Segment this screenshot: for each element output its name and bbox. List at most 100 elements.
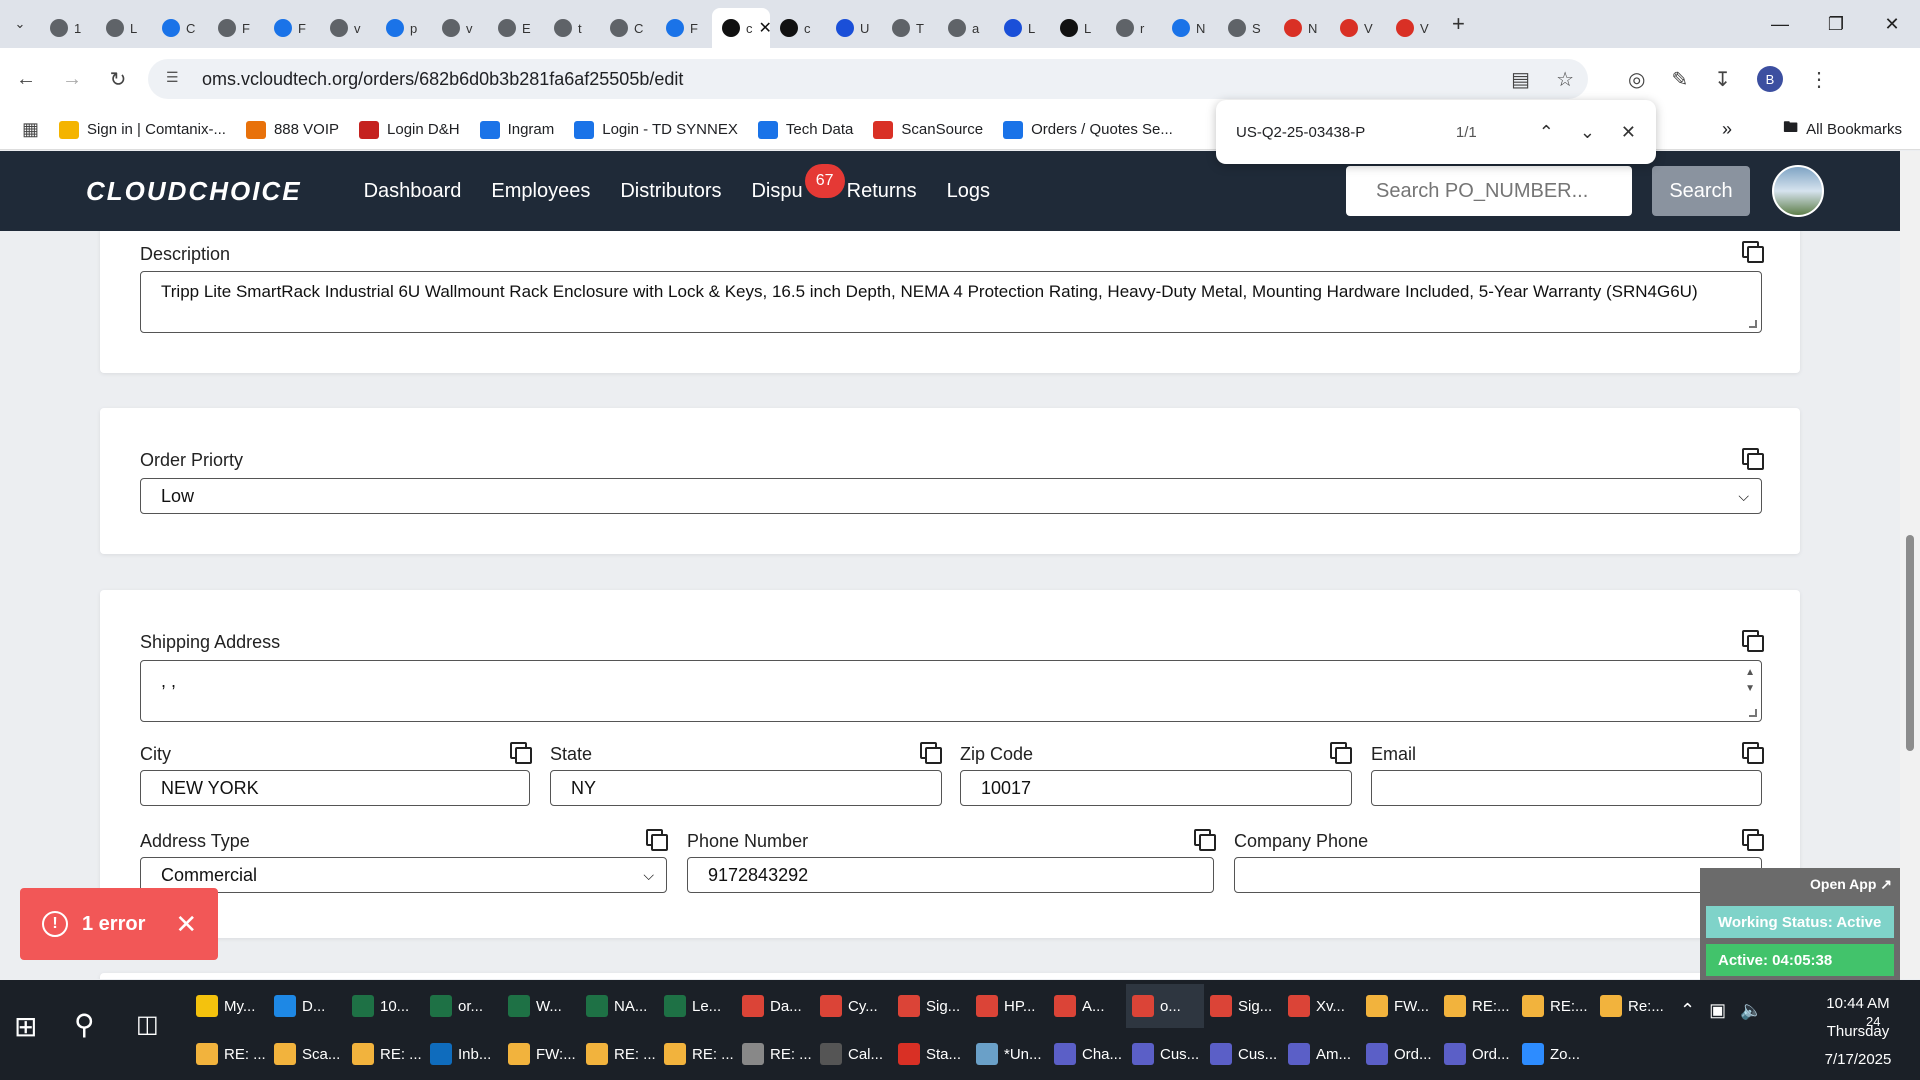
copy-phone-icon[interactable] xyxy=(1194,829,1216,851)
copy-priority-icon[interactable] xyxy=(1742,448,1764,470)
browser-tab[interactable]: v xyxy=(320,8,376,48)
description-textarea[interactable]: Tripp Lite SmartRack Industrial 6U Wallm… xyxy=(140,271,1762,333)
browser-tab[interactable]: N xyxy=(1274,8,1330,48)
taskbar-item[interactable]: Ord... xyxy=(1360,1032,1438,1076)
find-previous-icon[interactable]: ⌃ xyxy=(1539,122,1554,143)
browser-tab[interactable]: L xyxy=(96,8,152,48)
cloudchoice-logo[interactable]: CLOUDCHOICE xyxy=(86,176,302,207)
taskbar-item[interactable]: NA... xyxy=(580,984,658,1028)
close-window-icon[interactable]: ✕ xyxy=(1864,0,1920,48)
find-in-page-icon[interactable]: ▤ xyxy=(1511,67,1530,92)
bookmark-item[interactable]: Login - TD SYNNEX xyxy=(574,120,738,139)
copy-address-type-icon[interactable] xyxy=(646,829,668,851)
browser-tab[interactable]: L xyxy=(1050,8,1106,48)
scrollbar-thumb[interactable] xyxy=(1906,535,1914,751)
textarea-scroll-icon[interactable]: ▲ ▼ xyxy=(1745,665,1755,697)
browser-tab[interactable]: T xyxy=(882,8,938,48)
taskbar-item[interactable]: RE:... xyxy=(1438,984,1516,1028)
taskbar-item[interactable]: W... xyxy=(502,984,580,1028)
taskbar-item[interactable]: HP... xyxy=(970,984,1048,1028)
find-close-icon[interactable]: ✕ xyxy=(1621,122,1636,143)
taskbar-item[interactable]: *Un... xyxy=(970,1032,1048,1076)
taskbar-item[interactable]: Cus... xyxy=(1204,1032,1282,1076)
search-button[interactable]: Search xyxy=(1652,166,1750,216)
taskbar-item[interactable]: Inb... xyxy=(424,1032,502,1076)
resize-handle-icon[interactable] xyxy=(1749,709,1757,717)
taskbar-item[interactable]: Re:... xyxy=(1594,984,1672,1028)
translate-icon[interactable]: ◎ xyxy=(1628,67,1645,92)
close-toast-icon[interactable]: ✕ xyxy=(175,909,197,940)
apps-grid-icon[interactable]: ▦ xyxy=(22,119,39,140)
error-toast[interactable]: ! 1 error ✕ xyxy=(20,888,218,960)
browser-tab[interactable]: p xyxy=(376,8,432,48)
taskbar-item[interactable]: Da... xyxy=(736,984,814,1028)
minimize-icon[interactable]: — xyxy=(1752,0,1808,48)
new-tab-icon[interactable]: + xyxy=(1452,11,1465,37)
notifications-count[interactable]: 24 xyxy=(1866,1014,1880,1029)
url-field[interactable]: ☰ oms.vcloudtech.org/orders/682b6d0b3b28… xyxy=(148,59,1588,99)
network-icon[interactable]: ▣ xyxy=(1709,1000,1726,1021)
windows-start-icon[interactable]: ⊞ xyxy=(14,1010,37,1043)
bookmark-item[interactable]: ScanSource xyxy=(873,120,983,139)
forward-icon[interactable]: → xyxy=(52,59,92,99)
nav-distributors[interactable]: Distributors xyxy=(620,180,721,203)
address-type-select[interactable]: Commercial ⌵ xyxy=(140,857,667,893)
browser-tab[interactable]: E xyxy=(488,8,544,48)
copy-zip-icon[interactable] xyxy=(1330,742,1352,764)
taskbar-item[interactable]: Sig... xyxy=(892,984,970,1028)
user-avatar[interactable] xyxy=(1772,165,1824,217)
taskbar-item[interactable]: FW... xyxy=(1360,984,1438,1028)
priority-select[interactable]: Low ⌵ xyxy=(140,478,1762,514)
taskbar-item[interactable]: RE: ... xyxy=(580,1032,658,1076)
bookmark-item[interactable]: Login D&H xyxy=(359,120,460,139)
copy-company-phone-icon[interactable] xyxy=(1742,829,1764,851)
more-bookmarks-icon[interactable]: » xyxy=(1722,119,1732,140)
find-input[interactable]: US-Q2-25-03438-P xyxy=(1236,124,1456,141)
taskbar-item[interactable]: RE:... xyxy=(1516,984,1594,1028)
taskbar-item[interactable]: RE: ... xyxy=(736,1032,814,1076)
restore-icon[interactable]: ❐ xyxy=(1808,0,1864,48)
browser-tab[interactable]: C xyxy=(600,8,656,48)
taskbar-item[interactable]: or... xyxy=(424,984,502,1028)
taskbar-item[interactable]: RE: ... xyxy=(190,1032,268,1076)
task-view-icon[interactable]: ◫ xyxy=(136,1010,159,1039)
browser-tab[interactable]: c xyxy=(770,8,826,48)
browser-tab[interactable]: F xyxy=(656,8,712,48)
taskbar-item[interactable]: o... xyxy=(1126,984,1204,1028)
resize-handle-icon[interactable] xyxy=(1749,320,1757,328)
copy-city-icon[interactable] xyxy=(510,742,532,764)
copy-description-icon[interactable] xyxy=(1742,241,1764,263)
find-next-icon[interactable]: ⌄ xyxy=(1580,122,1595,143)
nav-logs[interactable]: Logs xyxy=(947,180,990,203)
taskbar-item[interactable]: Cha... xyxy=(1048,1032,1126,1076)
taskbar-item[interactable]: Cy... xyxy=(814,984,892,1028)
menu-kebab-icon[interactable]: ⋮ xyxy=(1809,67,1829,92)
taskbar-item[interactable]: Cus... xyxy=(1126,1032,1204,1076)
profile-avatar[interactable]: B xyxy=(1756,66,1783,92)
browser-tab[interactable]: V xyxy=(1330,8,1386,48)
taskbar-item[interactable]: FW:... xyxy=(502,1032,580,1076)
nav-returns[interactable]: Returns xyxy=(847,180,917,203)
taskbar-search-icon[interactable]: ⚲ xyxy=(74,1008,95,1041)
browser-tab[interactable]: U xyxy=(826,8,882,48)
browser-tab[interactable]: F xyxy=(264,8,320,48)
taskbar-item[interactable]: Sca... xyxy=(268,1032,346,1076)
bookmark-item[interactable]: Orders / Quotes Se... xyxy=(1003,120,1173,139)
taskbar-item[interactable]: RE: ... xyxy=(346,1032,424,1076)
browser-tab[interactable]: a xyxy=(938,8,994,48)
email-input[interactable] xyxy=(1371,770,1762,806)
browser-tab[interactable]: t xyxy=(544,8,600,48)
browser-tab[interactable]: F xyxy=(208,8,264,48)
page-scrollbar[interactable] xyxy=(1900,151,1920,979)
taskbar-item[interactable]: A... xyxy=(1048,984,1126,1028)
taskbar-item[interactable]: My... xyxy=(190,984,268,1028)
bookmark-item[interactable]: Sign in | Comtanix-... xyxy=(59,120,226,139)
browser-tab[interactable]: V xyxy=(1386,8,1442,48)
taskbar-item[interactable]: RE: ... xyxy=(658,1032,736,1076)
site-info-icon[interactable]: ☰ xyxy=(166,69,186,89)
all-bookmarks[interactable]: 🖿 All Bookmarks xyxy=(1783,117,1902,142)
back-icon[interactable]: ← xyxy=(6,59,46,99)
taskbar-item[interactable]: Sta... xyxy=(892,1032,970,1076)
taskbar-item[interactable]: 10... xyxy=(346,984,424,1028)
phone-input[interactable]: 9172843292 xyxy=(687,857,1214,893)
